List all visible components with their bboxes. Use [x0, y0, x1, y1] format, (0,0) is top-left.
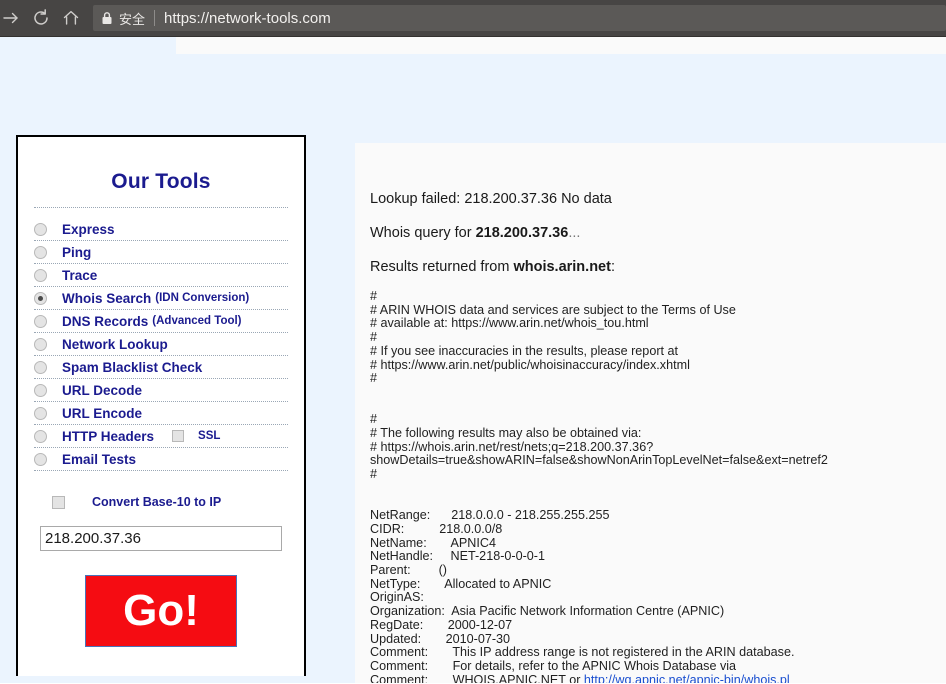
- tool-label-trace: Trace: [62, 267, 98, 283]
- page-background-band: [176, 54, 946, 143]
- tool-row-url-encode[interactable]: URL Encode: [34, 402, 288, 425]
- ssl-checkbox[interactable]: [172, 430, 185, 442]
- radio-dns-records[interactable]: [34, 314, 47, 328]
- results-source-line: Results returned from whois.arin.net:: [370, 250, 946, 284]
- tool-label-http-headers: HTTP Headers: [62, 428, 155, 444]
- tool-label-spam-blacklist-check: Spam Blacklist Check: [62, 359, 203, 375]
- results-source-prefix: Results returned from: [370, 259, 514, 275]
- tool-row-email-tests[interactable]: Email Tests: [34, 448, 288, 471]
- convert-base10-row[interactable]: Convert Base-10 to IP: [52, 495, 288, 509]
- radio-express[interactable]: [34, 222, 47, 236]
- reload-icon[interactable]: [26, 3, 56, 33]
- results-panel: Lookup failed: 218.200.37.36 No data Who…: [355, 143, 946, 684]
- tool-row-http-headers[interactable]: HTTP Headers SSL: [34, 425, 288, 448]
- page-top-strip: [176, 37, 946, 54]
- tool-row-spam-blacklist-check[interactable]: Spam Blacklist Check: [34, 356, 288, 379]
- radio-http-headers[interactable]: [34, 429, 47, 443]
- tool-row-whois-search[interactable]: Whois Search (IDN Conversion): [34, 287, 288, 310]
- tool-label-email-tests: Email Tests: [62, 451, 137, 467]
- whois-query-prefix: Whois query for: [370, 225, 476, 241]
- convert-base10-checkbox[interactable]: [52, 495, 65, 509]
- results-source-server: whois.arin.net: [513, 259, 611, 275]
- results-source-suffix: :: [610, 259, 615, 275]
- radio-spam-blacklist-check[interactable]: [34, 360, 47, 374]
- whois-query-suffix: ...: [568, 225, 581, 241]
- tool-sublabel-dns-records: (Advanced Tool): [152, 315, 242, 327]
- sidebar-title: Our Tools: [111, 170, 211, 193]
- tool-label-url-encode: URL Encode: [62, 405, 143, 421]
- page-viewport: Our Tools Express Ping Trace Whois Searc…: [0, 37, 946, 684]
- radio-url-decode[interactable]: [34, 383, 47, 397]
- radio-email-tests[interactable]: [34, 452, 47, 466]
- tool-row-network-lookup[interactable]: Network Lookup: [34, 333, 288, 356]
- tool-sublabel-whois-search: (IDN Conversion): [155, 292, 250, 304]
- whois-query-line: Whois query for 218.200.37.36...: [370, 216, 946, 250]
- address-bar[interactable]: 安全 https://network-tools.com: [93, 5, 946, 31]
- tool-label-dns-records: DNS Records: [62, 313, 149, 329]
- tool-row-url-decode[interactable]: URL Decode: [34, 379, 288, 402]
- whois-raw-output: # # ARIN WHOIS data and services are sub…: [370, 289, 946, 684]
- sidebar-title-divider: [34, 207, 288, 208]
- lock-icon: [101, 11, 113, 25]
- tool-list: Express Ping Trace Whois Search (IDN Con…: [34, 218, 288, 471]
- tool-label-url-decode: URL Decode: [62, 382, 143, 398]
- omnibox-divider: [154, 10, 156, 26]
- tool-row-express[interactable]: Express: [34, 218, 288, 241]
- home-icon[interactable]: [56, 3, 86, 33]
- forward-arrow-icon[interactable]: [0, 3, 26, 33]
- radio-whois-search[interactable]: [34, 291, 47, 305]
- go-button[interactable]: Go!: [85, 575, 237, 647]
- radio-ping[interactable]: [34, 245, 47, 259]
- radio-network-lookup[interactable]: [34, 337, 47, 351]
- whois-query-target: 218.200.37.36: [475, 225, 569, 241]
- url-text[interactable]: https://network-tools.com: [164, 10, 331, 27]
- tool-label-express: Express: [62, 221, 115, 237]
- query-input[interactable]: [40, 526, 282, 551]
- browser-toolbar: 安全 https://network-tools.com: [0, 0, 946, 37]
- tool-row-ping[interactable]: Ping: [34, 241, 288, 264]
- tool-row-dns-records[interactable]: DNS Records (Advanced Tool): [34, 310, 288, 333]
- whois-output-part1: # # ARIN WHOIS data and services are sub…: [370, 289, 828, 684]
- secure-label: 安全: [119, 11, 146, 27]
- convert-base10-label: Convert Base-10 to IP: [92, 495, 222, 509]
- tool-label-ping: Ping: [62, 244, 92, 260]
- tool-row-trace[interactable]: Trace: [34, 264, 288, 287]
- tool-label-whois-search: Whois Search: [62, 290, 152, 306]
- radio-trace[interactable]: [34, 268, 47, 282]
- tools-sidebar: Our Tools Express Ping Trace Whois Searc…: [16, 135, 306, 676]
- radio-url-encode[interactable]: [34, 406, 47, 420]
- tool-label-network-lookup: Network Lookup: [62, 336, 168, 352]
- ssl-label: SSL: [198, 430, 221, 442]
- lookup-failed-message: Lookup failed: 218.200.37.36 No data: [370, 191, 612, 207]
